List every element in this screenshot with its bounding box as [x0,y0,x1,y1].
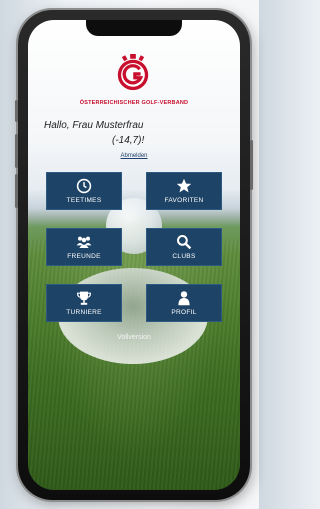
favoriten-button[interactable]: FAVORITEN [146,172,222,210]
search-icon [177,235,192,250]
profil-button[interactable]: PROFIL [146,284,222,322]
carrier-label: •••○○ T-Mc [42,24,71,30]
people-icon [76,236,92,248]
battery-label: 82 % [212,24,226,30]
oegv-logo [117,54,149,91]
status-bar: •••○○ T-Mc 82 % [28,24,240,34]
turniere-label: TURNIERE [66,309,102,316]
clubs-label: CLUBS [172,253,196,260]
person-icon [178,291,190,306]
phone-frame: •••○○ T-Mc 82 % ÖSTERREICHISCHER GOLF-VE… [15,10,253,500]
full-version-link[interactable]: Vollversion [28,334,240,341]
clubs-button[interactable]: CLUBS [146,228,222,266]
greeting-handicap: (-14,7)! [112,135,145,146]
organization-name: ÖSTERREICHISCHER GOLF-VERBAND [79,100,189,106]
teetimes-button[interactable]: TEETIMES [46,172,122,210]
freunde-label: FREUNDE [67,253,101,260]
greeting-line-1: Hallo, Frau Musterfrau [44,120,144,131]
star-icon [176,178,192,193]
app-screen: •••○○ T-Mc 82 % ÖSTERREICHISCHER GOLF-VE… [28,20,240,490]
logout-link[interactable]: Abmelden [28,153,240,159]
freunde-button[interactable]: FREUNDE [46,228,122,266]
turniere-button[interactable]: TURNIERE [46,284,122,322]
profil-label: PROFIL [171,309,197,316]
trophy-icon [76,291,92,305]
clock-icon [76,178,92,194]
favoriten-label: FAVORITEN [164,197,204,204]
teetimes-label: TEETIMES [66,197,102,204]
